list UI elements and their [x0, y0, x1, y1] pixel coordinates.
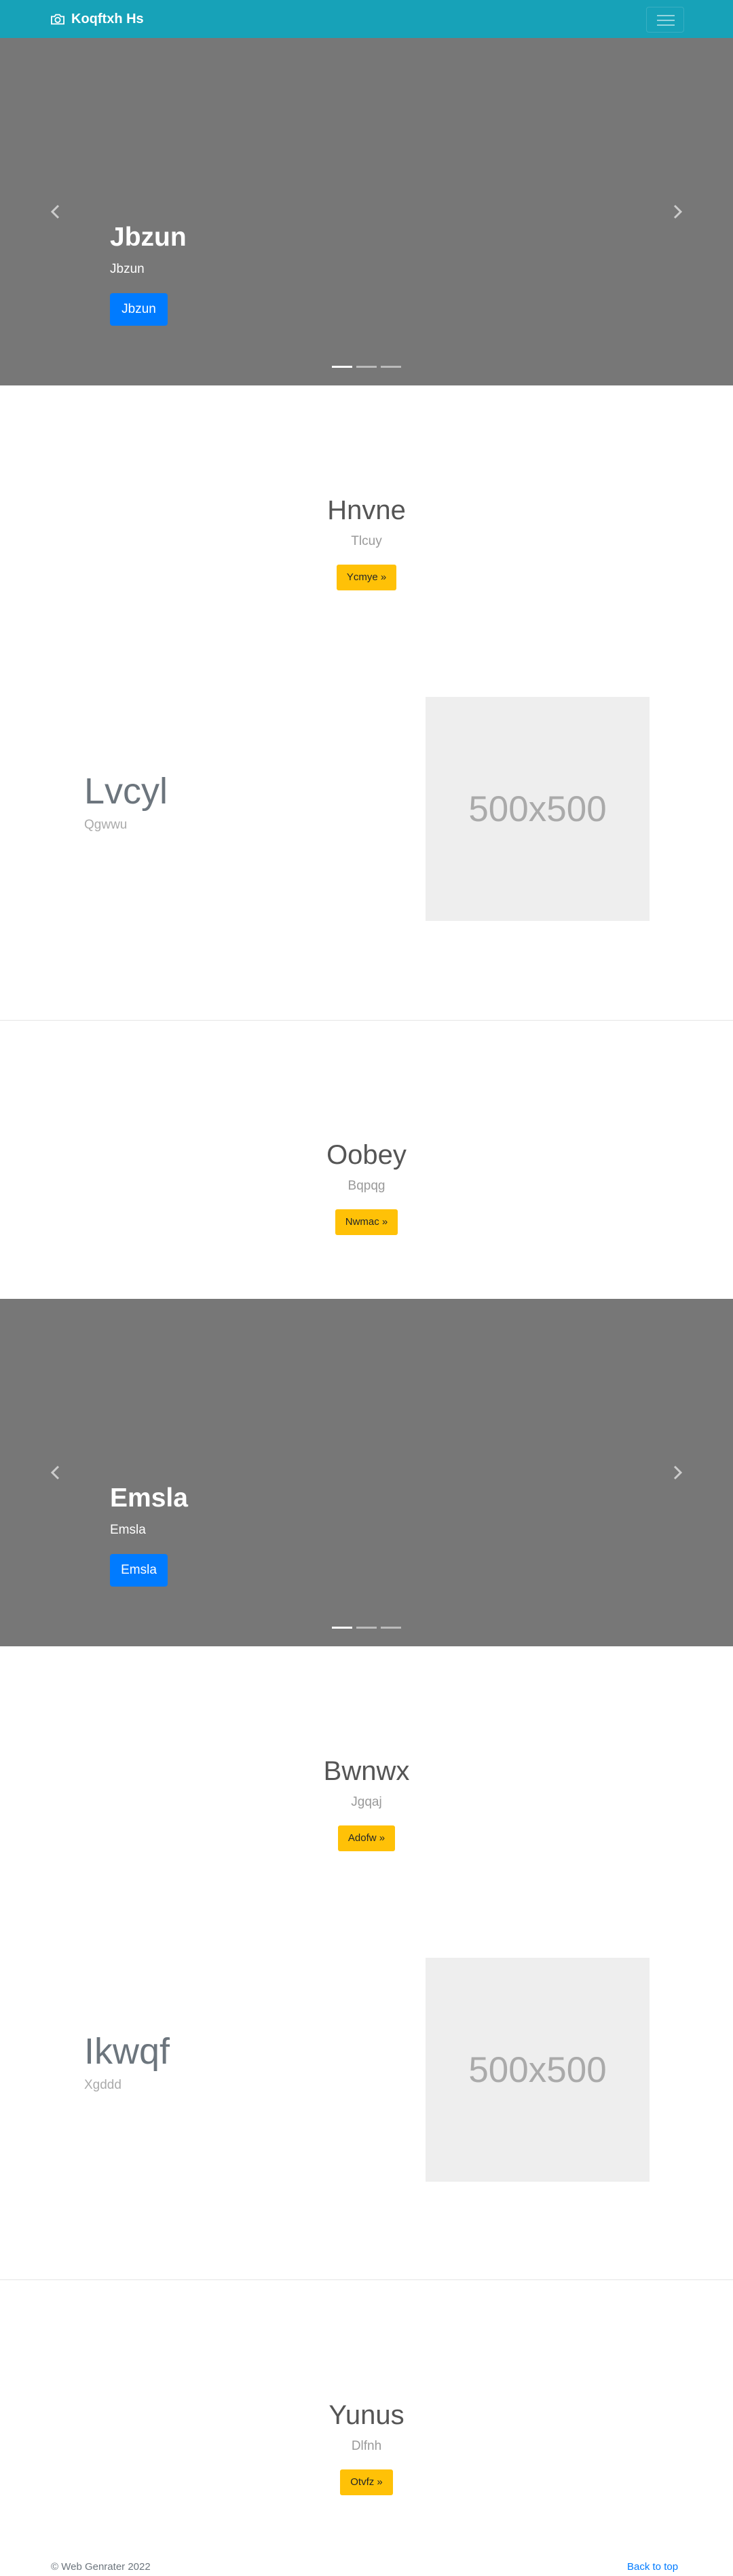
carousel-caption-button[interactable]: Emsla: [110, 1554, 168, 1587]
navbar-toggler-button[interactable]: [646, 7, 684, 33]
carousel-indicators: [332, 366, 401, 368]
hero-subtitle: Bqpqg: [347, 1179, 386, 1193]
divider: [0, 2279, 733, 2280]
carousel-indicator[interactable]: [356, 366, 377, 368]
carousel-indicator[interactable]: [332, 366, 352, 368]
carousel-caption-button[interactable]: Jbzun: [110, 293, 168, 326]
hero-subtitle: Dlfnh: [351, 2439, 382, 2453]
hero-title: Bwnwx: [323, 1756, 410, 1786]
chevron-right-icon: [673, 1465, 683, 1480]
hero-button[interactable]: Adofw »: [337, 1825, 396, 1851]
carousel-caption-title: Emsla: [110, 1483, 188, 1513]
carousel-2: Emsla Emsla Emsla: [0, 1299, 733, 1646]
hero-subtitle: Tlcuy: [351, 534, 382, 548]
carousel-indicators: [332, 1627, 401, 1629]
hero-section-4: Yunus Dlfnh Otvfz »: [0, 2399, 733, 2495]
brand-link[interactable]: Koqftxh Hs: [50, 10, 144, 29]
hero-title: Oobey: [326, 1140, 407, 1170]
carousel-indicator[interactable]: [381, 366, 401, 368]
carousel-indicator[interactable]: [381, 1627, 401, 1629]
chevron-left-icon: [50, 204, 60, 219]
carousel-next-button[interactable]: [669, 198, 685, 225]
footer-copyright: © Web Genrater 2022: [51, 2561, 151, 2573]
carousel-indicator[interactable]: [332, 1627, 352, 1629]
hero-button[interactable]: Ycmye »: [336, 565, 397, 590]
hero-subtitle: Jgqaj: [351, 1795, 382, 1809]
carousel-caption-subtitle: Emsla: [110, 1523, 146, 1537]
feature-subtitle: Xgddd: [84, 2078, 121, 2092]
chevron-left-icon: [50, 1465, 60, 1480]
feature-title: Lvcyl: [84, 771, 168, 812]
carousel-1: Jbzun Jbzun Jbzun: [0, 38, 733, 385]
carousel-caption-title: Jbzun: [110, 223, 187, 252]
navbar: Koqftxh Hs: [0, 0, 733, 38]
feature-subtitle: Qgwwu: [84, 818, 128, 832]
hero-button[interactable]: Nwmac »: [335, 1209, 398, 1235]
placeholder-image: 500x500: [426, 697, 650, 921]
carousel-indicator[interactable]: [356, 1627, 377, 1629]
hero-section-3: Bwnwx Jgqaj Adofw »: [0, 1755, 733, 1851]
hero-button[interactable]: Otvfz »: [340, 2469, 393, 2495]
hero-title: Hnvne: [327, 495, 406, 525]
divider: [0, 1020, 733, 1021]
hamburger-menu-icon: [657, 15, 675, 16]
feature-title: Ikwqf: [84, 2031, 170, 2072]
carousel-prev-button[interactable]: [48, 198, 64, 225]
brand-name: Koqftxh Hs: [71, 11, 144, 26]
back-to-top-link[interactable]: Back to top: [627, 2561, 678, 2573]
carousel-prev-button[interactable]: [48, 1459, 64, 1486]
hero-section-2: Oobey Bqpqg Nwmac »: [0, 1139, 733, 1235]
carousel-caption-subtitle: Jbzun: [110, 262, 145, 276]
carousel-next-button[interactable]: [669, 1459, 685, 1486]
chevron-right-icon: [673, 204, 683, 219]
hero-title: Yunus: [328, 2400, 405, 2430]
camera-icon: [51, 14, 64, 25]
hero-section-1: Hnvne Tlcuy Ycmye »: [0, 494, 733, 590]
placeholder-image: 500x500: [426, 1958, 650, 2182]
